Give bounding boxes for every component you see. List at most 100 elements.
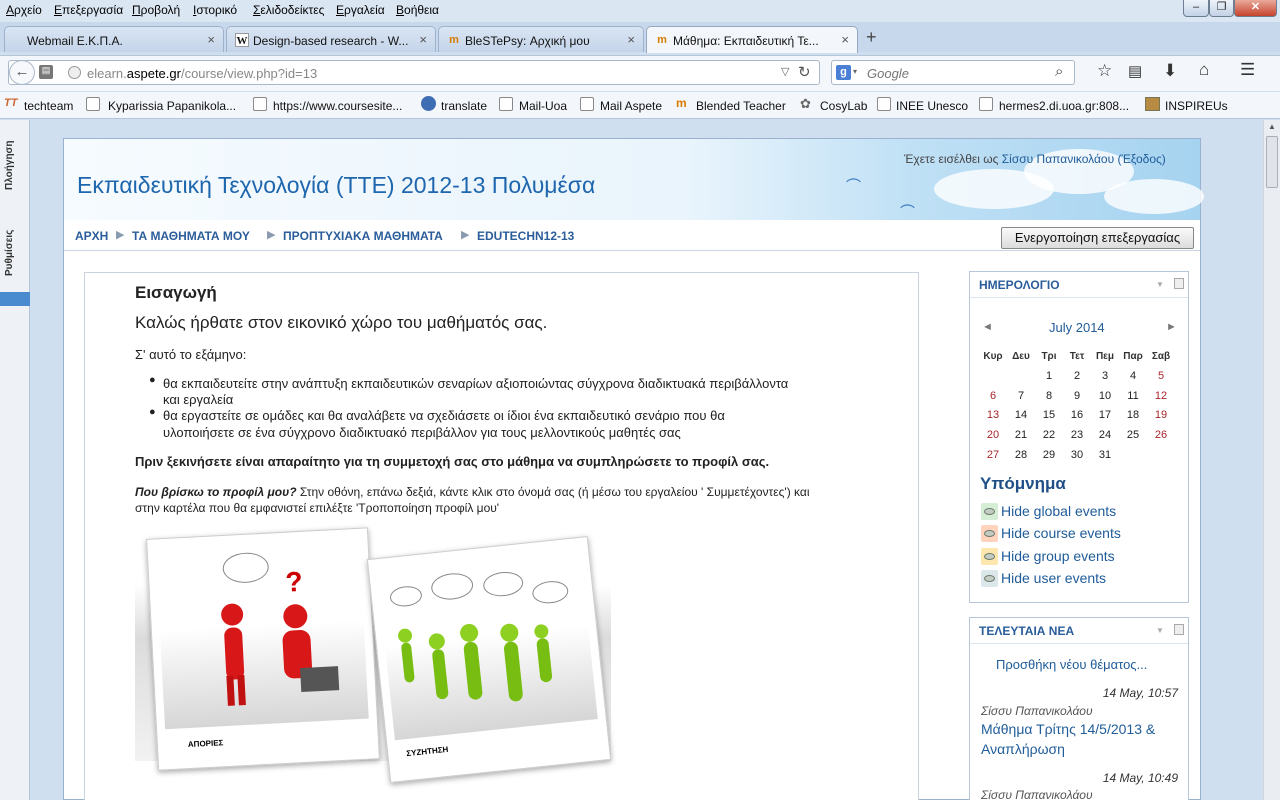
bookmark-inspireus[interactable]: INSPIREUs [1165, 99, 1228, 113]
legend-user[interactable]: Hide user events [981, 570, 1106, 587]
news-link-line-1[interactable]: Μάθημα Τρίτης 14/5/2013 & [981, 721, 1155, 737]
calendar-day[interactable]: 4 [1119, 366, 1147, 386]
maximize-button[interactable]: ❐ [1209, 0, 1234, 17]
calendar-day[interactable]: 26 [1147, 425, 1175, 445]
reload-icon[interactable]: ↻ [798, 63, 811, 81]
next-month-icon[interactable]: ► [1166, 321, 1177, 333]
home-icon[interactable]: ⌂ [1199, 60, 1209, 80]
back-icon[interactable]: ← [9, 60, 35, 85]
dock-block-icon[interactable] [1174, 624, 1184, 635]
menu-tools[interactable]: Εργαλεία [336, 3, 385, 17]
legend-course[interactable]: Hide course events [981, 525, 1121, 542]
menu-edit[interactable]: Επεξεργασία [54, 3, 123, 17]
calendar-day[interactable]: 9 [1063, 386, 1091, 406]
user-link[interactable]: Σίσσυ Παπανικολάου [1002, 152, 1114, 166]
calendar-day[interactable]: 10 [1091, 386, 1119, 406]
dock-icon[interactable] [0, 292, 30, 306]
calendar-day[interactable]: 29 [1035, 445, 1063, 465]
calendar-day[interactable]: 2 [1063, 366, 1091, 386]
calendar-day[interactable]: 22 [1035, 425, 1063, 445]
breadcrumb-my-courses[interactable]: ΤΑ ΜΑΘΗΜΑΤΑ ΜΟΥ [132, 229, 250, 243]
calendar-day[interactable]: 23 [1063, 425, 1091, 445]
calendar-day[interactable]: 7 [1007, 386, 1035, 406]
tab-design-research[interactable]: W Design-based research - W... × [226, 26, 436, 52]
close-tab-icon[interactable]: × [841, 32, 849, 47]
navigation-tab[interactable]: Πλοήγηση [4, 141, 15, 191]
breadcrumb-course[interactable]: EDUTECHN12-13 [477, 229, 574, 243]
bookmark-kyparissia[interactable]: Kyparissia Papanikola... [108, 99, 236, 113]
add-topic-link[interactable]: Προσθήκη νέου θέματος... [996, 657, 1147, 672]
close-tab-icon[interactable]: × [627, 32, 635, 47]
tab-webmail[interactable]: Webmail Ε.Κ.Π.Α. × [4, 26, 224, 52]
breadcrumb-home[interactable]: ΑΡΧΗ [75, 229, 108, 243]
bookmark-inee-unesco[interactable]: INEE Unesco [896, 99, 968, 113]
close-tab-icon[interactable]: × [207, 32, 215, 47]
scroll-thumb[interactable] [1266, 136, 1278, 188]
calendar-day[interactable]: 31 [1091, 445, 1119, 465]
calendar-day[interactable]: 1 [1035, 366, 1063, 386]
bookmark-hermes2[interactable]: hermes2.di.uoa.gr:808... [999, 99, 1129, 113]
news-link-line-2[interactable]: Αναπλήρωση [981, 741, 1065, 757]
breadcrumb-postgraduate[interactable]: ΠΡΟΠΤΥΧΙΑΚΑ ΜΑΘΗΜΑΤΑ [283, 229, 443, 243]
close-tab-icon[interactable]: × [419, 32, 427, 47]
menu-view[interactable]: Προβολή [132, 3, 180, 17]
vertical-scrollbar[interactable]: ▲ [1263, 120, 1280, 800]
calendar-day[interactable]: 24 [1091, 425, 1119, 445]
calendar-day[interactable]: 14 [1007, 405, 1035, 425]
collapse-icon[interactable]: ▼ [1156, 280, 1164, 289]
bookmark-translate[interactable]: translate [441, 99, 487, 113]
menu-file[interactable]: Αρχείο [6, 3, 42, 17]
bookmark-cosylab[interactable]: CosyLab [820, 99, 867, 113]
close-window-button[interactable]: ✕ [1234, 0, 1277, 17]
url-bar[interactable]: ← ▤ elearn.aspete.gr/course/view.php?id=… [8, 60, 820, 85]
new-tab-icon[interactable]: + [866, 27, 877, 48]
calendar-day[interactable]: 8 [1035, 386, 1063, 406]
calendar-day[interactable]: 6 [979, 386, 1007, 406]
tab-course[interactable]: m Μάθημα: Εκπαιδευτική Τε... × [646, 26, 858, 53]
calendar-day[interactable]: 11 [1119, 386, 1147, 406]
calendar-day[interactable]: 19 [1147, 405, 1175, 425]
dock-block-icon[interactable] [1174, 278, 1184, 289]
prev-month-icon[interactable]: ◄ [982, 321, 993, 333]
bookmarks-list-icon[interactable]: ▤ [1128, 62, 1142, 80]
menu-bookmarks[interactable]: Σελιδοδείκτες [253, 3, 324, 17]
calendar-day[interactable]: 27 [979, 445, 1007, 465]
scroll-up-icon[interactable]: ▲ [1268, 122, 1276, 131]
calendar-day[interactable]: 25 [1119, 425, 1147, 445]
downloads-icon[interactable]: ⬇ [1163, 61, 1177, 81]
menu-help[interactable]: Βοήθεια [396, 3, 439, 17]
calendar-day[interactable]: 3 [1091, 366, 1119, 386]
edit-mode-button[interactable]: Ενεργοποίηση επεξεργασίας [1001, 227, 1194, 249]
bookmark-mail-aspete[interactable]: Mail Aspete [600, 99, 662, 113]
calendar-day[interactable]: 28 [1007, 445, 1035, 465]
logout-link[interactable]: (Έξοδος) [1118, 152, 1166, 166]
calendar-day[interactable]: 12 [1147, 386, 1175, 406]
search-icon[interactable]: ⌕ [1055, 63, 1063, 80]
bookmark-techteam[interactable]: techteam [24, 99, 73, 113]
search-bar[interactable]: g ▾ Google ⌕ [831, 60, 1075, 85]
calendar-day[interactable]: 5 [1147, 366, 1175, 386]
legend-group[interactable]: Hide group events [981, 548, 1115, 565]
calendar-day[interactable]: 18 [1119, 405, 1147, 425]
identity-icon[interactable]: ▤ [39, 65, 53, 79]
minimize-button[interactable]: – [1183, 0, 1209, 17]
engine-dropdown-icon[interactable]: ▾ [853, 67, 857, 76]
bookmark-mail-uoa[interactable]: Mail-Uoa [519, 99, 567, 113]
google-icon[interactable]: g [836, 65, 851, 80]
bookmark-blended-teacher[interactable]: Blended Teacher [696, 99, 786, 113]
collapse-icon[interactable]: ▼ [1156, 626, 1164, 635]
calendar-day[interactable]: 20 [979, 425, 1007, 445]
calendar-day[interactable]: 17 [1091, 405, 1119, 425]
dropdown-icon[interactable]: ▽ [781, 65, 789, 78]
calendar-month[interactable]: July 2014 [1049, 320, 1105, 335]
menu-history[interactable]: Ιστορικό [193, 3, 237, 17]
bookmark-coursesites[interactable]: https://www.coursesite... [273, 99, 402, 113]
star-bookmark-icon[interactable]: ☆ [1097, 61, 1112, 81]
menu-icon[interactable]: ☰ [1240, 60, 1255, 80]
settings-tab[interactable]: Ρυθμίσεις [4, 230, 15, 276]
calendar-day[interactable]: 16 [1063, 405, 1091, 425]
tab-blestepsy[interactable]: m BleSTePsy: Αρχική μου × [438, 26, 644, 52]
calendar-day[interactable]: 15 [1035, 405, 1063, 425]
calendar-day[interactable]: 21 [1007, 425, 1035, 445]
legend-global[interactable]: Hide global events [981, 503, 1116, 520]
